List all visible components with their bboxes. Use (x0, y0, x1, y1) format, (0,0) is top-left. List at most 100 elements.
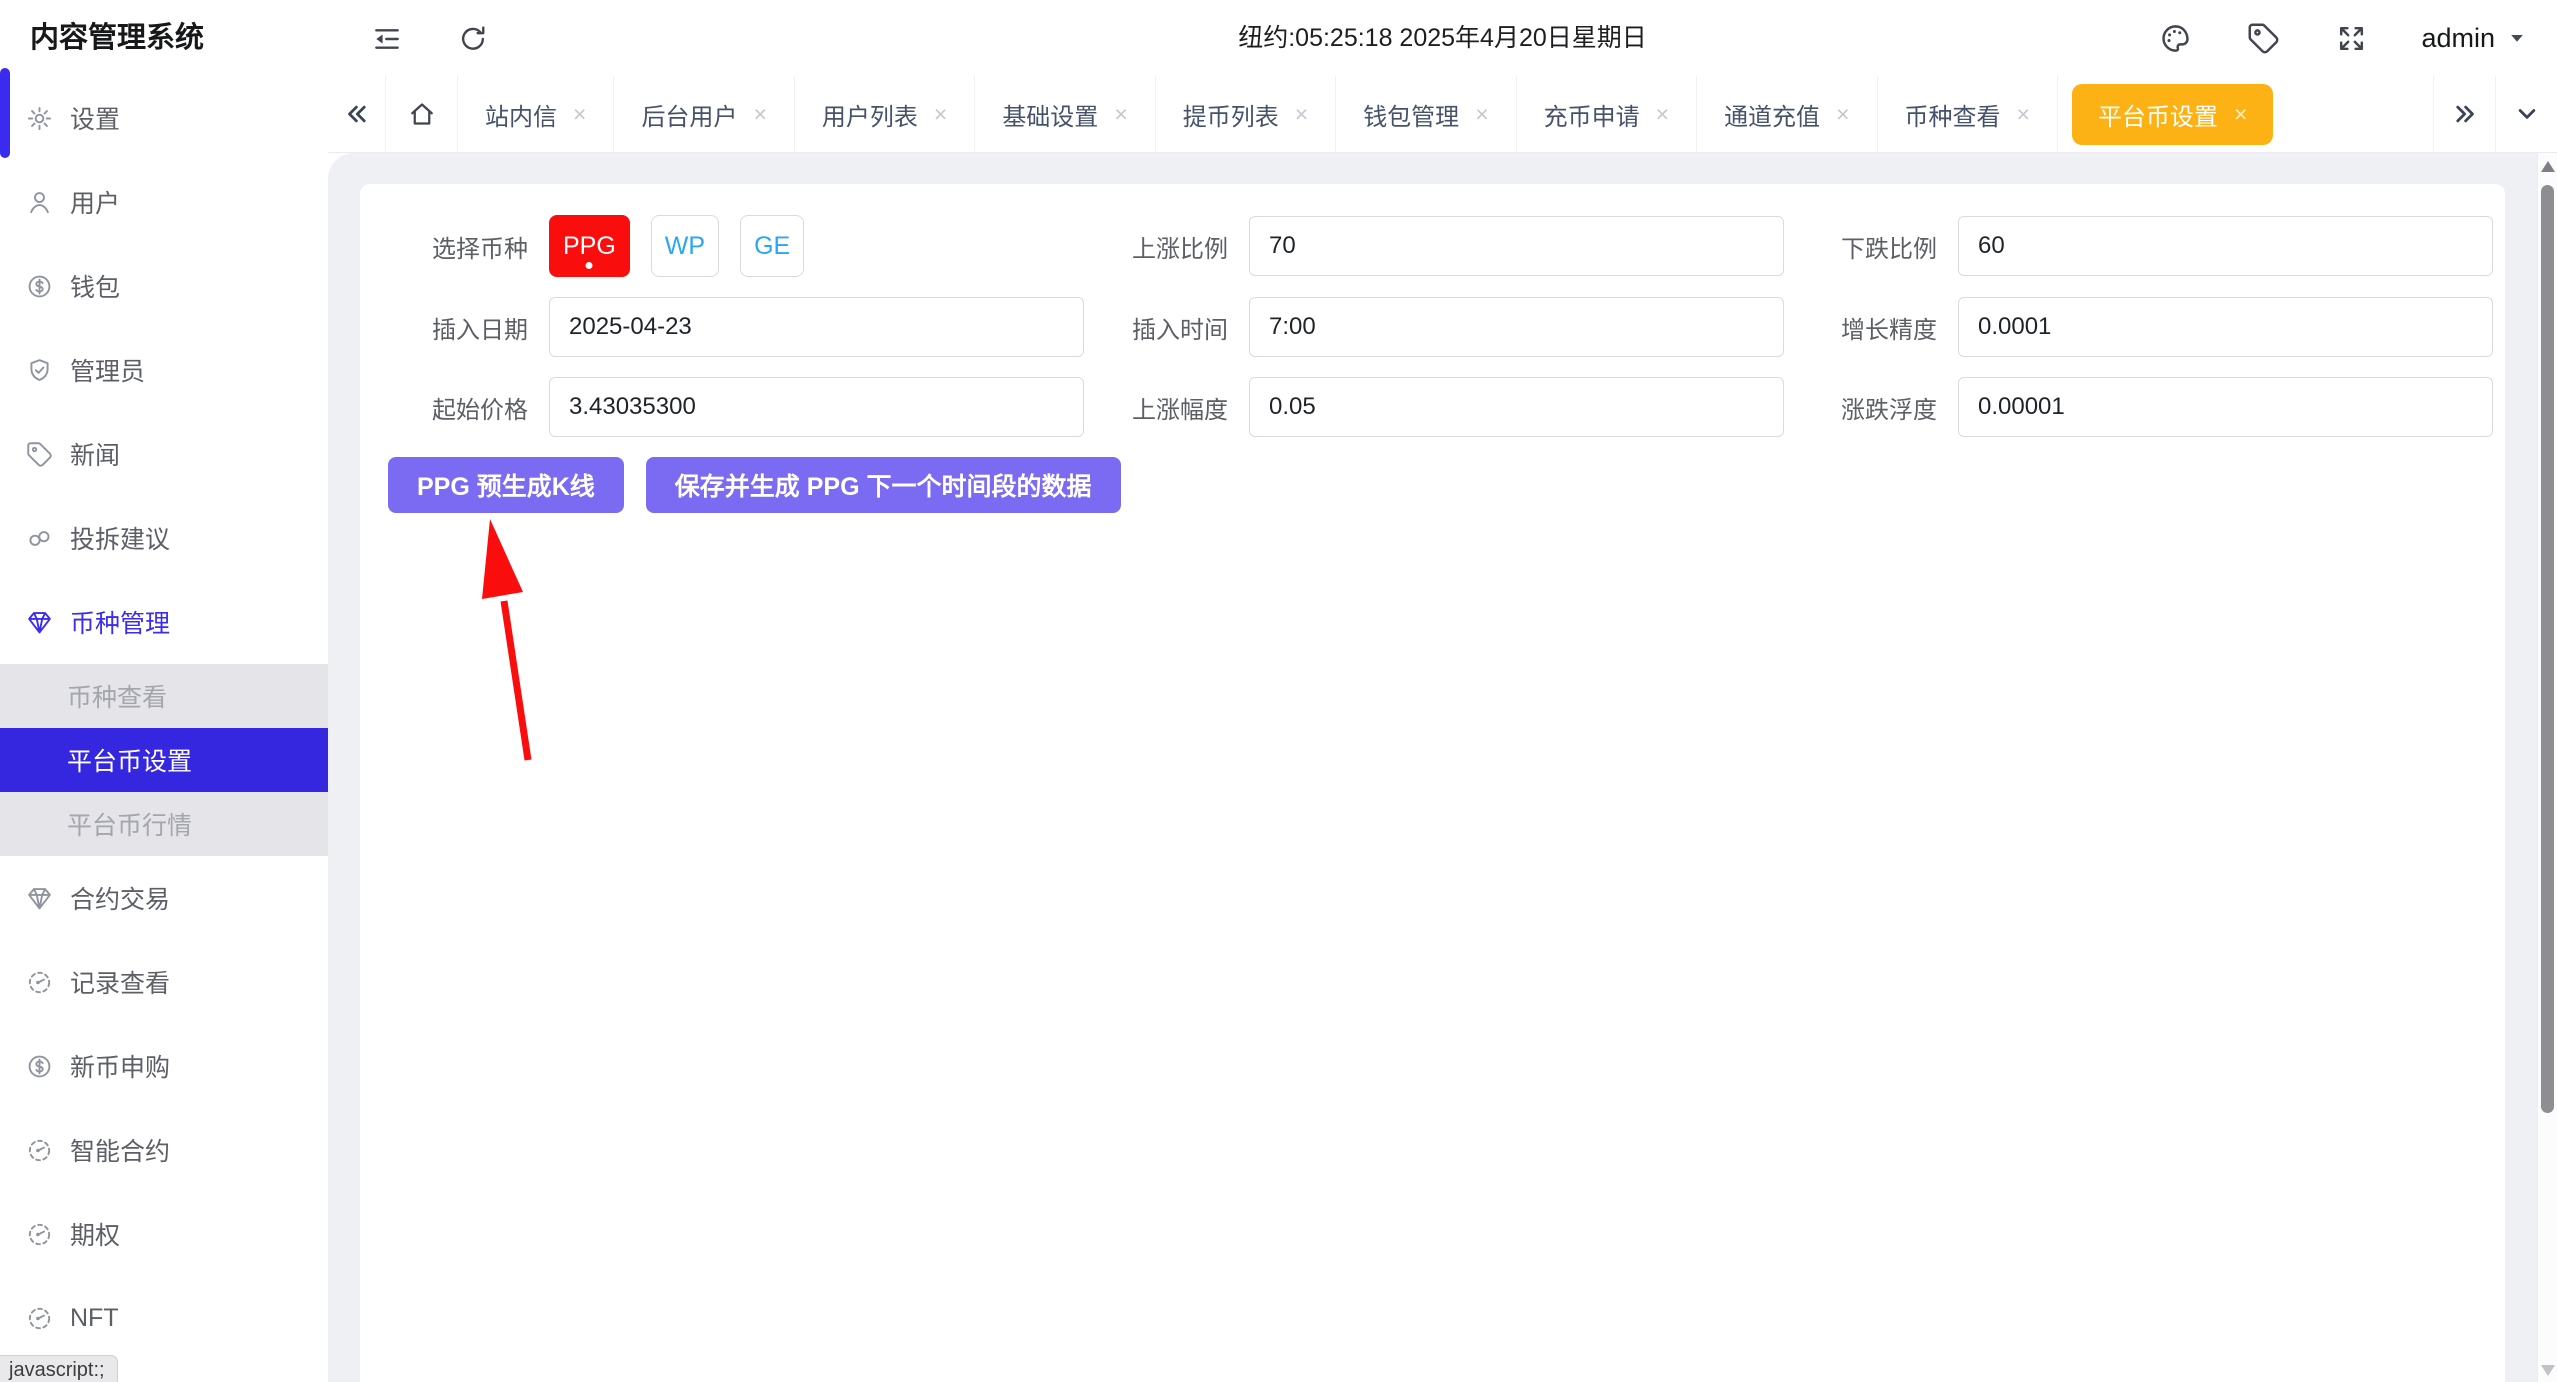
sidebar-item-records[interactable]: 记录查看 (0, 940, 328, 1024)
sidebar-item-label: NFT (70, 1304, 119, 1333)
pregen-kline-button[interactable]: PPG 预生成K线 (388, 457, 624, 513)
tab-admin-users[interactable]: 后台用户 × (614, 76, 794, 152)
top-bar: 内容管理系统 纽约:05:25:18 2025年4月20日星期日 (0, 0, 2557, 76)
tabs-menu-button[interactable] (2495, 76, 2557, 152)
submenu-item-label: 平台币行情 (67, 806, 192, 842)
form-row-3: 起始价格 上涨幅度 涨跌浮度 (388, 377, 2505, 437)
sidebar-subitem-coin-view[interactable]: 币种查看 (0, 664, 328, 728)
tab-platform-coin-settings-active[interactable]: 平台币设置 × (2072, 84, 2273, 145)
fall-ratio-label: 下跌比例 (1797, 229, 1937, 264)
growth-precision-input[interactable] (1958, 297, 2493, 357)
tab-wallet-manage[interactable]: 钱包管理 × (1336, 76, 1516, 152)
sidebar-item-label: 管理员 (70, 352, 145, 388)
sidebar-item-options[interactable]: 期权 (0, 1192, 328, 1276)
sidebar-item-settings[interactable]: 设置 (0, 76, 328, 160)
user-menu[interactable]: admin (2421, 23, 2529, 54)
diamond-icon (26, 885, 53, 912)
fluctuation-input[interactable] (1958, 377, 2493, 437)
tab-label: 充币申请 (1544, 97, 1640, 132)
form-actions: PPG 预生成K线 保存并生成 PPG 下一个时间段的数据 (388, 457, 2505, 513)
tab-close-icon[interactable]: × (934, 103, 947, 126)
fullscreen-button[interactable] (2333, 20, 2369, 56)
sidebar-item-coin-manage[interactable]: 币种管理 (0, 580, 328, 664)
tab-channel-recharge[interactable]: 通道充值 × (1697, 76, 1877, 152)
rise-amplitude-input[interactable] (1249, 377, 1784, 437)
tab-close-icon[interactable]: × (1836, 103, 1849, 126)
platform-coin-form: 选择币种 PPG WP GE (360, 184, 2505, 513)
sidebar-item-feedback[interactable]: 投拆建议 (0, 496, 328, 580)
sidebar-item-label: 记录查看 (70, 964, 170, 1000)
tabs-scroll-left-button[interactable] (328, 76, 386, 152)
tab-close-icon[interactable]: × (1656, 103, 1669, 126)
tab-label: 用户列表 (822, 97, 918, 132)
save-next-period-button[interactable]: 保存并生成 PPG 下一个时间段的数据 (646, 457, 1121, 513)
theme-button[interactable] (2157, 20, 2193, 56)
fall-ratio-input[interactable] (1958, 216, 2493, 276)
coin-selector-group: PPG WP GE (549, 215, 1084, 277)
tab-coin-view[interactable]: 币种查看 × (1878, 76, 2058, 152)
insert-time-input[interactable] (1249, 297, 1784, 357)
sidebar-item-users[interactable]: 用户 (0, 160, 328, 244)
rise-amplitude-label: 上涨幅度 (1088, 390, 1228, 425)
tags-button[interactable] (2245, 20, 2281, 56)
tab-close-icon[interactable]: × (1114, 103, 1127, 126)
tab-label: 基础设置 (1002, 97, 1098, 132)
tab-deposit-request[interactable]: 充币申请 × (1517, 76, 1697, 152)
coin-wp-button[interactable]: WP (651, 215, 719, 277)
tab-close-icon[interactable]: × (1295, 103, 1308, 126)
fullscreen-icon (2335, 22, 2368, 55)
scrollbar-up-arrow-icon[interactable] (2541, 161, 2555, 172)
sidebar-item-wallet[interactable]: 钱包 (0, 244, 328, 328)
sidebar-scrollbar-thumb[interactable] (0, 68, 10, 158)
tab-close-icon[interactable]: × (573, 103, 586, 126)
coin-ppg-button[interactable]: PPG (549, 215, 630, 277)
scrollbar-down-arrow-icon[interactable] (2541, 1365, 2555, 1376)
page-scrollbar[interactable] (2537, 153, 2557, 1382)
start-price-cell: 起始价格 (388, 377, 1084, 437)
sidebar: 设置 用户 钱包 管理员 (0, 76, 328, 1382)
insert-time-cell: 插入时间 (1088, 297, 1784, 357)
tab-site-mail[interactable]: 站内信 × (458, 76, 614, 152)
sidebar-item-smart-contract[interactable]: 智能合约 (0, 1108, 328, 1192)
tab-label: 钱包管理 (1363, 97, 1459, 132)
selected-dot (586, 262, 593, 269)
start-price-input[interactable] (549, 377, 1084, 437)
sidebar-subitem-platform-coin-market[interactable]: 平台币行情 (0, 792, 328, 856)
sidebar-item-news[interactable]: 新闻 (0, 412, 328, 496)
tab-user-list[interactable]: 用户列表 × (795, 76, 975, 152)
coin-ge-button[interactable]: GE (740, 215, 804, 277)
gear-icon (26, 105, 53, 132)
tab-close-icon[interactable]: × (753, 103, 766, 126)
sidebar-item-new-coin-subscribe[interactable]: 新币申购 (0, 1024, 328, 1108)
fluctuation-cell: 涨跌浮度 (1797, 377, 2493, 437)
tab-close-icon[interactable]: × (2234, 103, 2247, 126)
tag-icon (26, 441, 53, 468)
home-tab-button[interactable] (386, 76, 458, 152)
tab-close-icon[interactable]: × (2017, 103, 2030, 126)
tab-withdraw-list[interactable]: 提币列表 × (1156, 76, 1336, 152)
coin-button-label: GE (754, 232, 790, 261)
sidebar-item-label: 设置 (70, 100, 120, 136)
sidebar-subitem-platform-coin-settings[interactable]: 平台币设置 (0, 728, 328, 792)
sidebar-item-label: 用户 (70, 184, 120, 220)
sidebar-item-contract-trade[interactable]: 合约交易 (0, 856, 328, 940)
tab-basic-settings[interactable]: 基础设置 × (975, 76, 1155, 152)
sidebar-item-label: 投拆建议 (70, 520, 170, 556)
tab-bar: 站内信 × 后台用户 × 用户列表 × 基础设置 × 提币列表 × 钱包管理 ×… (328, 76, 2557, 153)
sidebar-item-admins[interactable]: 管理员 (0, 328, 328, 412)
palette-icon (2159, 22, 2192, 55)
tab-label: 币种查看 (1905, 97, 2001, 132)
rise-ratio-input[interactable] (1249, 216, 1784, 276)
dashed-circle-icon (26, 1137, 53, 1164)
growth-precision-label: 增长精度 (1797, 310, 1937, 345)
tabs-scroll-right-button[interactable] (2433, 76, 2495, 152)
submenu-item-label: 币种查看 (67, 678, 167, 714)
sidebar-item-nft[interactable]: NFT (0, 1276, 328, 1360)
scrollbar-thumb[interactable] (2541, 185, 2554, 1113)
coin-manage-submenu: 币种查看 平台币设置 平台币行情 (0, 664, 328, 856)
form-row-1: 选择币种 PPG WP GE (388, 215, 2505, 277)
top-right-tools: admin (2157, 0, 2529, 76)
tab-close-icon[interactable]: × (1475, 103, 1488, 126)
insert-date-input[interactable] (549, 297, 1084, 357)
app-title: 内容管理系统 (30, 0, 204, 76)
